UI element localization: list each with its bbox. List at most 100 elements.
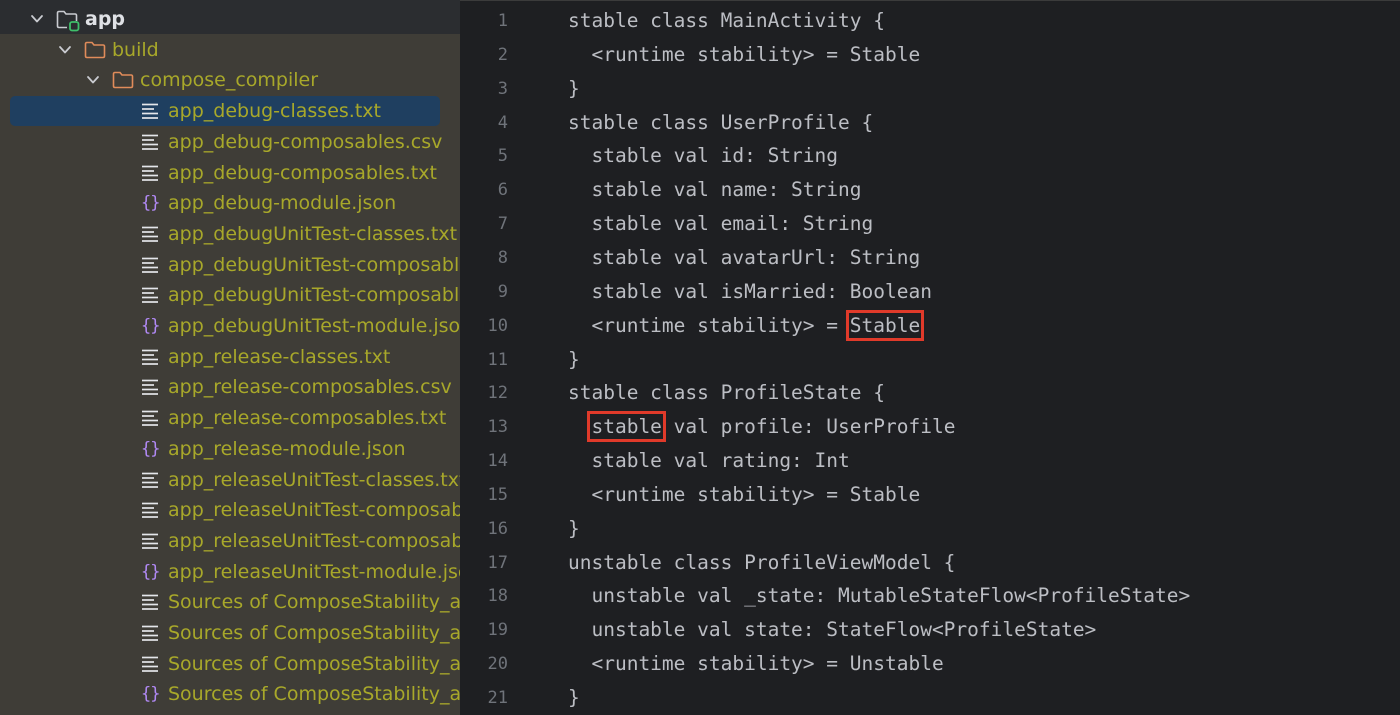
tree-node-file[interactable]: app_debugUnitTest-classes.txt — [0, 219, 460, 249]
line-number: 7 — [497, 214, 508, 235]
json-file-icon: {} — [141, 193, 161, 214]
code-text: stable val rating: Int — [568, 449, 850, 473]
tree-node-label: app_release-composables.csv — [168, 376, 452, 399]
line-number: 21 — [487, 688, 508, 708]
code-text: stable val isMarried: Boolean — [568, 279, 932, 303]
tree-node-file[interactable]: app_debugUnitTest-composables.csv — [0, 250, 460, 280]
tree-node-file[interactable]: app_debugUnitTest-composables.txt — [0, 280, 460, 310]
tree-node-file[interactable]: app_debug-composables.csv — [0, 127, 460, 157]
code-line[interactable]: <runtime stability> = Unstable — [568, 647, 943, 681]
code-line[interactable]: } — [568, 343, 580, 377]
json-file-icon: {} — [141, 561, 161, 582]
line-number: 11 — [487, 349, 508, 370]
tree-node-label: Sources of ComposeStability_app — [168, 622, 460, 644]
chevron-down-icon[interactable] — [28, 4, 48, 34]
code-line[interactable]: unstable val state: StateFlow<ProfileSta… — [568, 613, 1096, 647]
ide-window: app build compose_compiler app_debug-classe… — [0, 0, 1400, 715]
tree-node-label: compose_compiler — [140, 69, 319, 92]
module-folder-icon — [56, 4, 80, 34]
line-number: 16 — [487, 518, 508, 539]
code-line[interactable]: stable val email: String — [568, 207, 873, 241]
code-text-after: val profile: UserProfile — [661, 415, 956, 439]
folder-icon — [84, 35, 106, 65]
text-file-icon — [141, 127, 163, 157]
code-line[interactable]: } — [568, 72, 580, 106]
code-line[interactable]: stable val isMarried: Boolean — [568, 275, 932, 309]
code-line[interactable]: stable val profile: UserProfile — [568, 410, 955, 444]
project-tree: app build compose_compiler app_debug-classe… — [0, 0, 460, 715]
code-line[interactable]: stable class ProfileState { — [568, 376, 885, 410]
json-file-icon: {} — [141, 438, 161, 459]
line-number: 2 — [497, 44, 508, 65]
tree-node-file[interactable]: {} app_releaseUnitTest-module.json — [0, 557, 460, 587]
text-file-icon — [141, 372, 163, 402]
tree-node-file[interactable]: {} app_debug-module.json — [0, 188, 460, 218]
tree-node-app-module[interactable]: app — [0, 4, 460, 34]
tree-node-file[interactable]: Sources of ComposeStability_app — [0, 587, 460, 617]
line-number: 10 — [487, 315, 508, 336]
code-line[interactable]: <runtime stability> = Stable — [568, 38, 920, 72]
line-number: 19 — [487, 620, 508, 641]
tree-node-file[interactable]: {} Sources of ComposeStability_app — [0, 679, 460, 709]
code-line[interactable]: unstable val _state: MutableStateFlow<Pr… — [568, 579, 1190, 613]
tree-node-file[interactable]: Sources of ComposeStability_app — [0, 649, 460, 679]
code-line[interactable]: stable val rating: Int — [568, 444, 850, 478]
tree-node-file[interactable]: app_releaseUnitTest-composables.txt — [0, 526, 460, 556]
tree-node-file[interactable]: app_releaseUnitTest-composables.csv — [0, 495, 460, 525]
code-line[interactable]: } — [568, 681, 580, 715]
code-line[interactable]: stable val avatarUrl: String — [568, 241, 920, 275]
code-text: unstable class ProfileViewModel { — [568, 550, 956, 574]
code-line[interactable]: stable val id: String — [568, 139, 838, 173]
tree-node-file[interactable]: {} app_release-module.json — [0, 434, 460, 464]
tree-node-file[interactable]: app_release-classes.txt — [0, 342, 460, 372]
text-file-icon — [141, 96, 163, 126]
line-number: 5 — [497, 146, 508, 167]
tree-node-label: app_release-composables.txt — [168, 407, 447, 430]
code-line[interactable]: } — [568, 512, 580, 546]
json-file-icon: {} — [141, 684, 161, 705]
tree-node-file[interactable]: Sources of ComposeStability_app — [0, 618, 460, 648]
text-file-icon — [141, 649, 163, 679]
code-text: <runtime stability> = Stable — [568, 42, 921, 66]
tree-node-file[interactable]: app_debug-classes.txt — [0, 96, 460, 127]
code-line[interactable]: stable class MainActivity { — [568, 4, 885, 38]
tree-node-folder[interactable]: build — [0, 35, 460, 65]
text-file-icon — [141, 219, 163, 249]
text-file-icon — [141, 280, 163, 310]
chevron-down-icon[interactable] — [56, 35, 76, 65]
line-number: 1 — [497, 11, 508, 31]
code-line[interactable]: unstable class ProfileViewModel { — [568, 546, 955, 580]
code-text: unstable val _state: MutableStateFlow<Pr… — [568, 584, 1191, 608]
code-text: stable class MainActivity { — [568, 9, 885, 32]
code-editor[interactable]: 1 2 3 4 5 6 7 8 9 10 11 12 13 14 15 16 17 18 19 20 21 stable… — [460, 0, 1400, 715]
line-number: 9 — [497, 281, 508, 302]
tree-node-file[interactable]: app_release-composables.txt — [0, 403, 460, 433]
code-text: stable val avatarUrl: String — [568, 245, 921, 269]
tree-node-label: app_releaseUnitTest-classes.txt — [168, 468, 460, 491]
json-file-icon: {} — [141, 316, 161, 336]
code-text: stable val name: String — [568, 178, 862, 202]
line-number: 3 — [497, 78, 508, 99]
tree-node-label: app_release-classes.txt — [168, 345, 391, 368]
chevron-down-icon[interactable] — [84, 65, 104, 95]
line-number: 12 — [487, 383, 508, 404]
text-file-icon — [141, 465, 163, 495]
code-line[interactable]: <runtime stability> = Stable — [568, 478, 920, 512]
tree-node-file[interactable]: app_releaseUnitTest-classes.txt — [0, 465, 460, 495]
line-number: 20 — [487, 654, 508, 675]
code-text: <runtime stability> = — [568, 313, 850, 337]
tree-node-label: Sources of ComposeStability_app — [168, 652, 460, 675]
tree-node-file[interactable]: app_debug-composables.txt — [0, 158, 460, 188]
code-text: } — [568, 76, 580, 100]
tree-node-label: app_debugUnitTest-composables.txt — [168, 284, 460, 307]
code-line[interactable]: stable class UserProfile { — [568, 106, 873, 140]
tree-node-label: app_release-module.json — [168, 437, 406, 460]
tree-node-file[interactable]: {} app_debugUnitTest-module.json — [0, 311, 460, 341]
code-text: unstable val state: StateFlow<ProfileSta… — [568, 618, 1097, 642]
code-line[interactable]: stable val name: String — [568, 173, 862, 207]
tree-node-file[interactable]: app_release-composables.csv — [0, 372, 460, 402]
code-line[interactable]: <runtime stability> = Stable — [568, 309, 925, 343]
tree-node-label: app_debugUnitTest-classes.txt — [168, 222, 458, 245]
tree-node-folder[interactable]: compose_compiler — [0, 65, 460, 95]
